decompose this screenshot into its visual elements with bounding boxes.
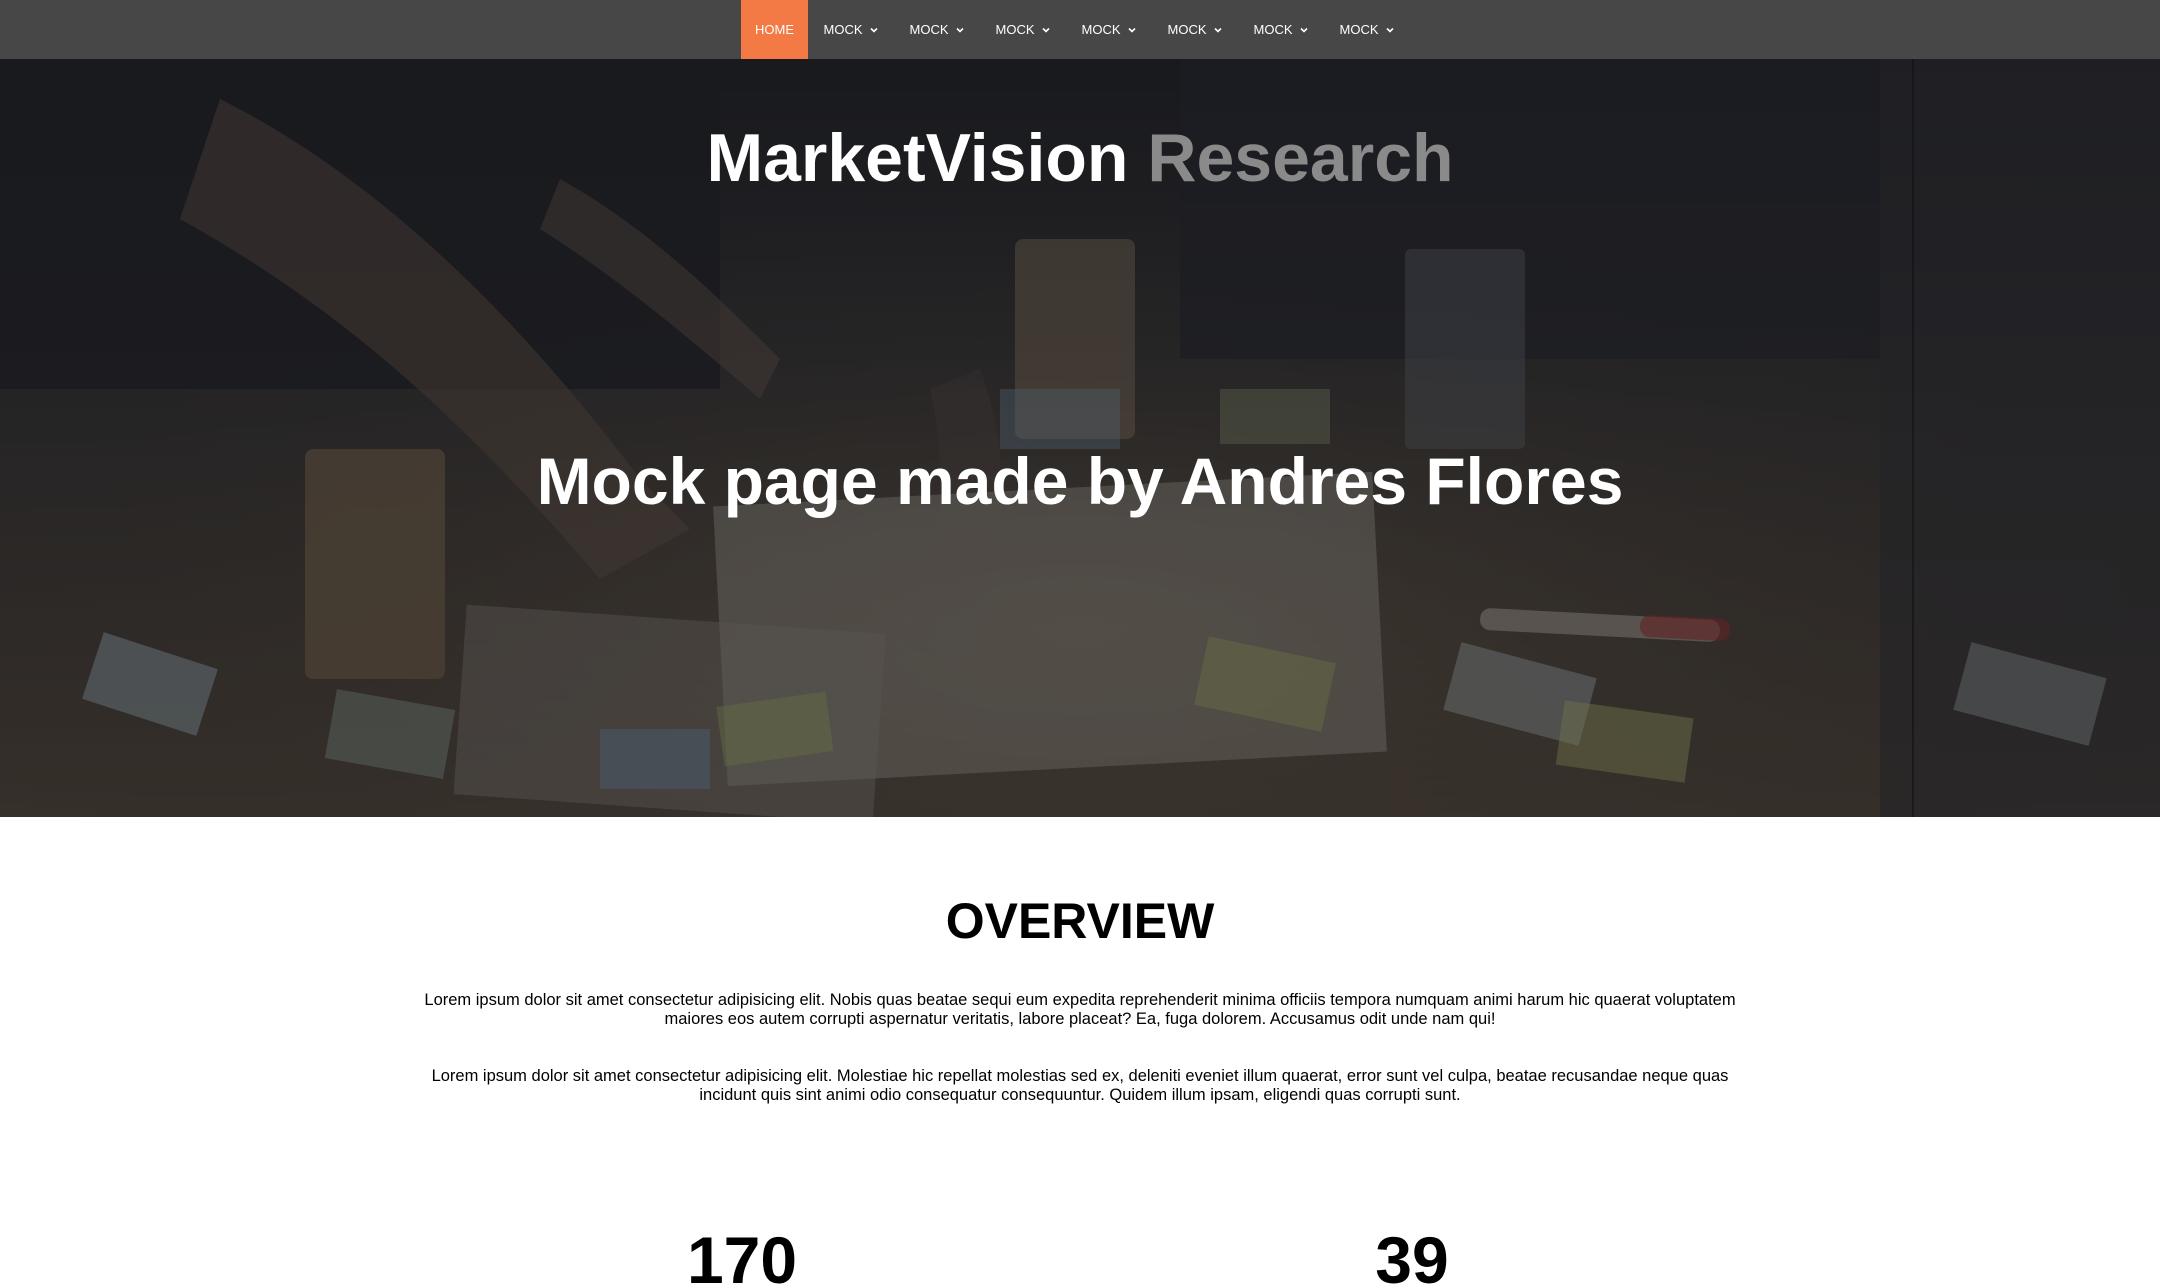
nav-item-mock-5[interactable]: MOCK — [1152, 0, 1238, 59]
nav-item-label: MOCK — [995, 22, 1035, 37]
stat-value-2: 39 — [1375, 1223, 1449, 1286]
chevron-down-icon — [1213, 27, 1222, 33]
brand-secondary: Research — [1147, 120, 1454, 196]
brand-primary: MarketVision — [706, 120, 1129, 196]
nav-item-mock-2[interactable]: MOCK — [894, 0, 980, 59]
chevron-down-icon — [1127, 27, 1136, 33]
overview-paragraph-1: Lorem ipsum dolor sit amet consectetur a… — [424, 991, 1736, 1028]
overview-title: OVERVIEW — [945, 893, 1215, 949]
nav-item-label: MOCK — [909, 22, 949, 37]
overview-paragraph-2: Lorem ipsum dolor sit amet consectetur a… — [431, 1067, 1729, 1104]
chevron-down-icon — [955, 27, 964, 33]
top-navbar: HOME MOCK MOCK MOCK MOCK MOCK MOCK MOCK — [0, 0, 2160, 59]
stat-value-1: 170 — [686, 1223, 798, 1286]
nav-item-home[interactable]: HOME — [741, 0, 808, 59]
nav-item-label: MOCK — [1253, 22, 1293, 37]
chevron-down-icon — [1385, 27, 1394, 33]
nav-item-label: MOCK — [1081, 22, 1121, 37]
hero-banner: MarketVision Research Mock page made by … — [0, 59, 2160, 817]
nav-item-mock-4[interactable]: MOCK — [1066, 0, 1152, 59]
nav-item-label: HOME — [755, 22, 794, 37]
nav-item-label: MOCK — [1167, 22, 1207, 37]
nav-item-mock-7[interactable]: MOCK — [1324, 0, 1410, 59]
chevron-down-icon — [1299, 27, 1308, 33]
chevron-down-icon — [869, 27, 878, 33]
nav-item-mock-1[interactable]: MOCK — [808, 0, 894, 59]
nav-item-label: MOCK — [1339, 22, 1379, 37]
nav-item-mock-6[interactable]: MOCK — [1238, 0, 1324, 59]
nav-menu: HOME MOCK MOCK MOCK MOCK MOCK MOCK MOCK — [741, 0, 1410, 59]
brand-logo: MarketVision Research — [0, 119, 2160, 197]
chevron-down-icon — [1041, 27, 1050, 33]
nav-item-label: MOCK — [823, 22, 863, 37]
nav-item-mock-3[interactable]: MOCK — [980, 0, 1066, 59]
hero-headline: Mock page made by Andres Flores — [536, 444, 1624, 518]
